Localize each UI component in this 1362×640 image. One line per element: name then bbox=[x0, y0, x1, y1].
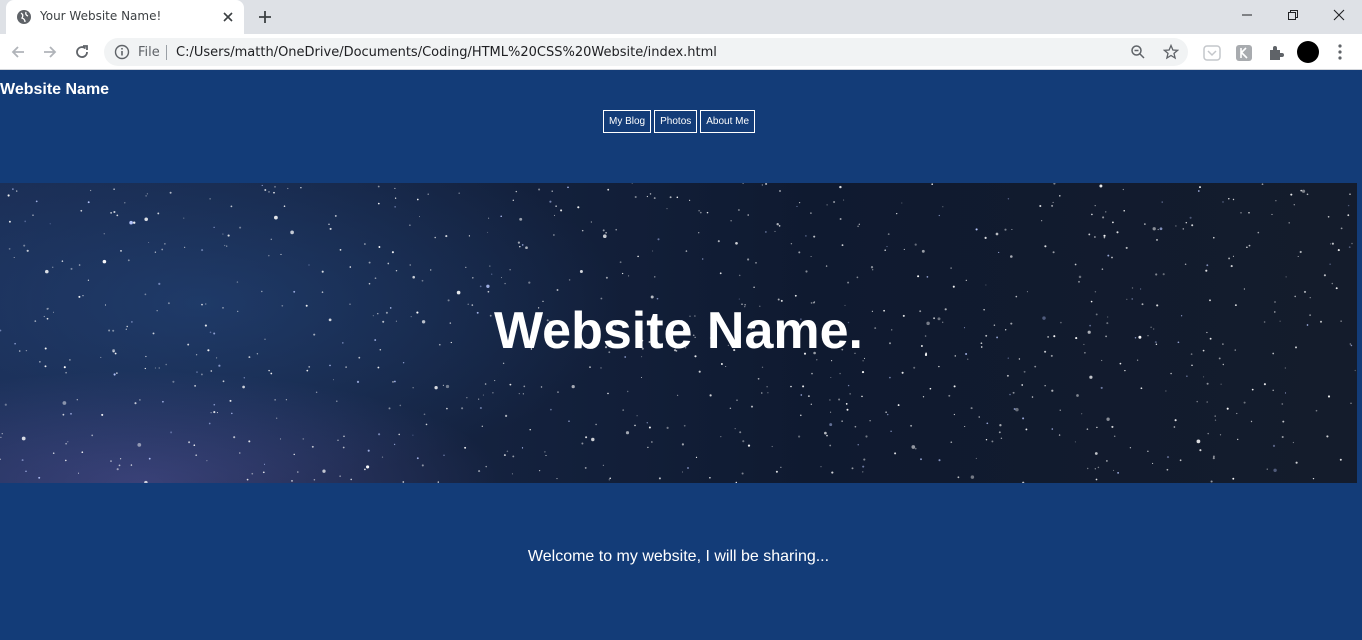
address-bar[interactable]: File C:/Users/matth/OneDrive/Documents/C… bbox=[104, 38, 1188, 66]
close-tab-icon[interactable] bbox=[220, 9, 236, 25]
nav-link-my-blog[interactable]: My Blog bbox=[603, 110, 652, 133]
forward-button[interactable] bbox=[40, 42, 60, 62]
minimize-button[interactable] bbox=[1224, 0, 1270, 30]
pocket-extension-icon[interactable] bbox=[1203, 44, 1221, 62]
browser-toolbar: File C:/Users/matth/OneDrive/Documents/C… bbox=[0, 34, 1362, 70]
url-text[interactable]: C:/Users/matth/OneDrive/Documents/Coding… bbox=[176, 45, 717, 60]
reload-icon bbox=[76, 45, 88, 58]
globe-icon bbox=[17, 10, 31, 24]
welcome-text: Welcome to my website, I will be sharing… bbox=[527, 548, 830, 565]
site-name: Website Name bbox=[0, 81, 110, 98]
info-icon[interactable] bbox=[114, 44, 130, 60]
tab-title: Your Website Name! bbox=[40, 9, 162, 23]
back-arrow-icon bbox=[11, 46, 24, 58]
star-icon[interactable] bbox=[1163, 44, 1179, 60]
web-page: Website Name My Blog Photos About Me Web… bbox=[0, 71, 1362, 640]
restore-icon bbox=[1288, 10, 1298, 20]
nav-link-about-me[interactable]: About Me bbox=[700, 110, 756, 133]
back-button[interactable] bbox=[8, 42, 28, 62]
browser-tab[interactable]: Your Website Name! bbox=[6, 0, 244, 34]
avatar[interactable] bbox=[1297, 41, 1319, 63]
zoom-icon[interactable] bbox=[1130, 44, 1146, 60]
minimize-icon bbox=[1242, 14, 1252, 16]
nav-link-photos[interactable]: Photos bbox=[654, 110, 698, 133]
forward-arrow-icon bbox=[44, 46, 57, 58]
browser-tabstrip: Your Website Name! bbox=[0, 0, 1362, 34]
hero-title: Website Name. bbox=[494, 302, 863, 360]
puzzle-icon[interactable] bbox=[1267, 44, 1285, 62]
close-icon bbox=[1333, 9, 1345, 21]
close-window-button[interactable] bbox=[1316, 0, 1362, 30]
address-prefix: File bbox=[138, 45, 160, 60]
extension-icon[interactable] bbox=[1235, 44, 1253, 62]
hero-banner: Website Name. bbox=[0, 183, 1357, 483]
more-menu-icon[interactable] bbox=[1332, 43, 1348, 61]
address-separator bbox=[166, 45, 167, 60]
reload-button[interactable] bbox=[72, 42, 92, 62]
new-tab-icon[interactable] bbox=[256, 8, 274, 26]
site-nav: My Blog Photos About Me bbox=[603, 110, 756, 133]
restore-button[interactable] bbox=[1270, 0, 1316, 30]
